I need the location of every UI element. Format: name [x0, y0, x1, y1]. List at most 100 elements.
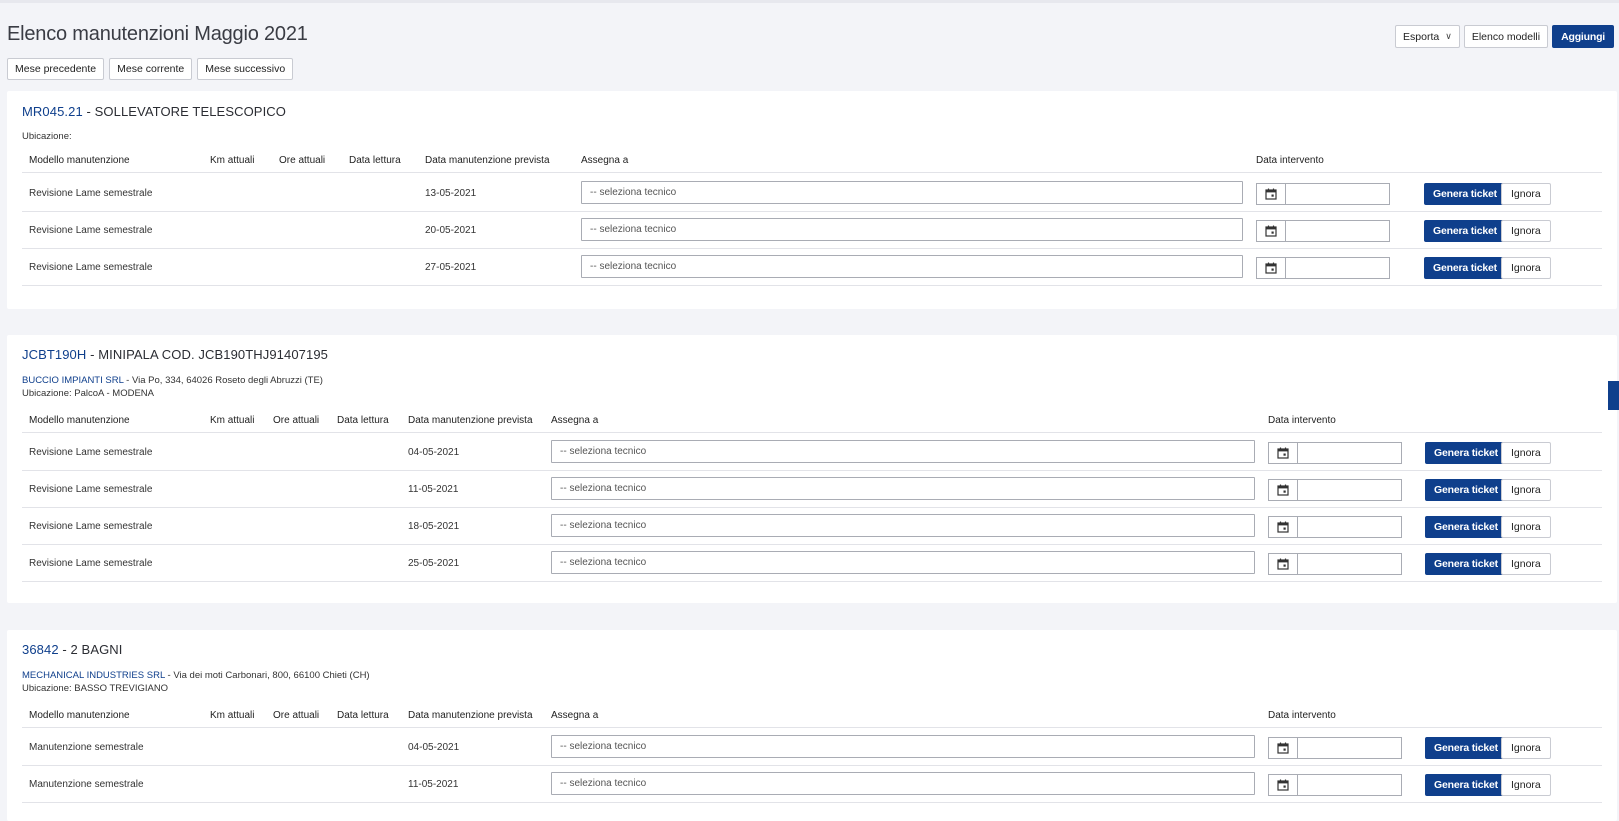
equipment-code[interactable]: 36842	[22, 642, 59, 657]
calendar-button[interactable]	[1256, 183, 1286, 205]
maintenance-model: Revisione Lame semestrale	[29, 521, 153, 532]
col-assign-header: Assegna a	[581, 155, 629, 166]
maintenance-model: Revisione Lame semestrale	[29, 558, 153, 569]
calendar-button[interactable]	[1268, 479, 1298, 501]
ignore-button[interactable]: Ignora	[1501, 442, 1551, 464]
card-title: JCBT190H - MINIPALA COD. JCB190THJ914071…	[22, 347, 328, 362]
technician-select[interactable]: -- seleziona tecnico	[551, 735, 1255, 758]
card-title: MR045.21 - SOLLEVATORE TELESCOPICO	[22, 104, 286, 119]
ignore-button[interactable]: Ignora	[1501, 516, 1551, 538]
calendar-button[interactable]	[1268, 553, 1298, 575]
intervention-date-input[interactable]	[1298, 774, 1402, 796]
planned-date: 25-05-2021	[408, 558, 460, 569]
intervention-date-input[interactable]	[1286, 257, 1390, 279]
table-row: Revisione Lame semestrale 25-05-2021 -- se…	[22, 545, 1602, 582]
generate-ticket-button[interactable]: Genera ticket	[1425, 442, 1507, 464]
col-planned-date-header: Data manutenzione prevista	[408, 415, 533, 426]
col-hours-header: Ore attuali	[273, 415, 320, 426]
intervention-date-picker	[1268, 442, 1402, 464]
next-month-button[interactable]: Mese successivo	[197, 58, 294, 80]
technician-select[interactable]: -- seleziona tecnico	[581, 255, 1243, 278]
technician-select[interactable]: -- seleziona tecnico	[581, 181, 1243, 204]
table-header: Modello manutenzione Km attuali Ore attual…	[22, 704, 1602, 728]
col-hours-header: Ore attuali	[279, 155, 326, 166]
export-dropdown-button[interactable]: Esporta ∨	[1395, 25, 1460, 48]
technician-select[interactable]: -- seleziona tecnico	[551, 551, 1255, 574]
planned-date: 18-05-2021	[408, 521, 460, 532]
generate-ticket-button[interactable]: Genera ticket	[1424, 257, 1506, 279]
customer-link[interactable]: BUCCIO IMPIANTI SRL	[22, 375, 124, 386]
ignore-button[interactable]: Ignora	[1501, 479, 1551, 501]
table-row: Revisione Lame semestrale 13-05-2021 -- se…	[22, 175, 1602, 212]
generate-ticket-button[interactable]: Genera ticket	[1425, 479, 1507, 501]
intervention-date-input[interactable]	[1298, 553, 1402, 575]
col-planned-date-header: Data manutenzione prevista	[425, 155, 550, 166]
technician-select[interactable]: -- seleziona tecnico	[551, 772, 1255, 795]
location-label: Ubicazione:	[22, 131, 72, 142]
col-planned-date-header: Data manutenzione prevista	[408, 710, 533, 721]
planned-date: 11-05-2021	[408, 779, 459, 790]
customer-address: - Via Po, 334, 64026 Roseto degli Abruzz…	[123, 375, 323, 386]
month-navigation: Mese precedente Mese corrente Mese succe…	[7, 58, 294, 80]
col-hours-header: Ore attuali	[273, 710, 320, 721]
calendar-button[interactable]	[1268, 516, 1298, 538]
customer-link[interactable]: MECHANICAL INDUSTRIES SRL	[22, 670, 165, 681]
technician-select[interactable]: -- seleziona tecnico	[551, 440, 1255, 463]
intervention-date-input[interactable]	[1286, 220, 1390, 242]
calendar-button[interactable]	[1268, 774, 1298, 796]
calendar-button[interactable]	[1268, 442, 1298, 464]
intervention-date-input[interactable]	[1298, 442, 1402, 464]
ignore-button[interactable]: Ignora	[1501, 737, 1551, 759]
equipment-code[interactable]: MR045.21	[22, 104, 83, 119]
col-model-header: Modello manutenzione	[29, 415, 130, 426]
current-month-button[interactable]: Mese corrente	[109, 58, 193, 80]
intervention-date-picker	[1268, 737, 1402, 759]
intervention-date-picker	[1268, 553, 1402, 575]
intervention-date-input[interactable]	[1286, 183, 1390, 205]
planned-date: 13-05-2021	[425, 188, 477, 199]
generate-ticket-button[interactable]: Genera ticket	[1425, 737, 1507, 759]
generate-ticket-button[interactable]: Genera ticket	[1424, 183, 1506, 205]
planned-date: 11-05-2021	[408, 484, 459, 495]
model-list-button[interactable]: Elenco modelli	[1463, 25, 1549, 48]
ignore-button[interactable]: Ignora	[1501, 183, 1551, 205]
intervention-date-input[interactable]	[1298, 479, 1402, 501]
maintenance-model: Revisione Lame semestrale	[29, 188, 153, 199]
side-panel-tab[interactable]	[1608, 381, 1619, 410]
ignore-button[interactable]: Ignora	[1501, 553, 1551, 575]
intervention-date-picker	[1256, 257, 1390, 279]
col-assign-header: Assegna a	[551, 710, 599, 721]
previous-month-button[interactable]: Mese precedente	[7, 58, 105, 80]
maintenance-card: 36842 - 2 BAGNI MECHANICAL INDUSTRIES SRL…	[7, 630, 1617, 821]
calendar-button[interactable]	[1268, 737, 1298, 759]
chevron-down-icon: ∨	[1445, 31, 1452, 41]
intervention-date-input[interactable]	[1298, 516, 1402, 538]
add-button[interactable]: Aggiungi	[1552, 25, 1614, 48]
generate-ticket-button[interactable]: Genera ticket	[1425, 553, 1507, 575]
col-intervention-date-header: Data intervento	[1256, 155, 1324, 166]
calendar-button[interactable]	[1256, 257, 1286, 279]
col-assign-header: Assegna a	[551, 415, 599, 426]
generate-ticket-button[interactable]: Genera ticket	[1425, 774, 1507, 796]
equipment-description: SOLLEVATORE TELESCOPICO	[94, 104, 286, 119]
col-km-header: Km attuali	[210, 415, 255, 426]
technician-select[interactable]: -- seleziona tecnico	[581, 218, 1243, 241]
equipment-description: MINIPALA COD. JCB190THJ91407195	[98, 347, 328, 362]
equipment-code[interactable]: JCBT190H	[22, 347, 86, 362]
table-header: Modello manutenzione Km attuali Ore attual…	[22, 149, 1602, 173]
calendar-icon	[1277, 742, 1289, 754]
ignore-button[interactable]: Ignora	[1501, 220, 1551, 242]
calendar-icon	[1277, 779, 1289, 791]
ignore-button[interactable]: Ignora	[1501, 257, 1551, 279]
col-reading-date-header: Data lettura	[337, 415, 389, 426]
technician-select[interactable]: -- seleziona tecnico	[551, 514, 1255, 537]
calendar-icon	[1265, 188, 1277, 200]
generate-ticket-button[interactable]: Genera ticket	[1424, 220, 1506, 242]
ignore-button[interactable]: Ignora	[1501, 774, 1551, 796]
intervention-date-picker	[1268, 516, 1402, 538]
location-label: Ubicazione: PalcoA - MODENA	[22, 388, 154, 399]
generate-ticket-button[interactable]: Genera ticket	[1425, 516, 1507, 538]
calendar-button[interactable]	[1256, 220, 1286, 242]
technician-select[interactable]: -- seleziona tecnico	[551, 477, 1255, 500]
intervention-date-input[interactable]	[1298, 737, 1402, 759]
